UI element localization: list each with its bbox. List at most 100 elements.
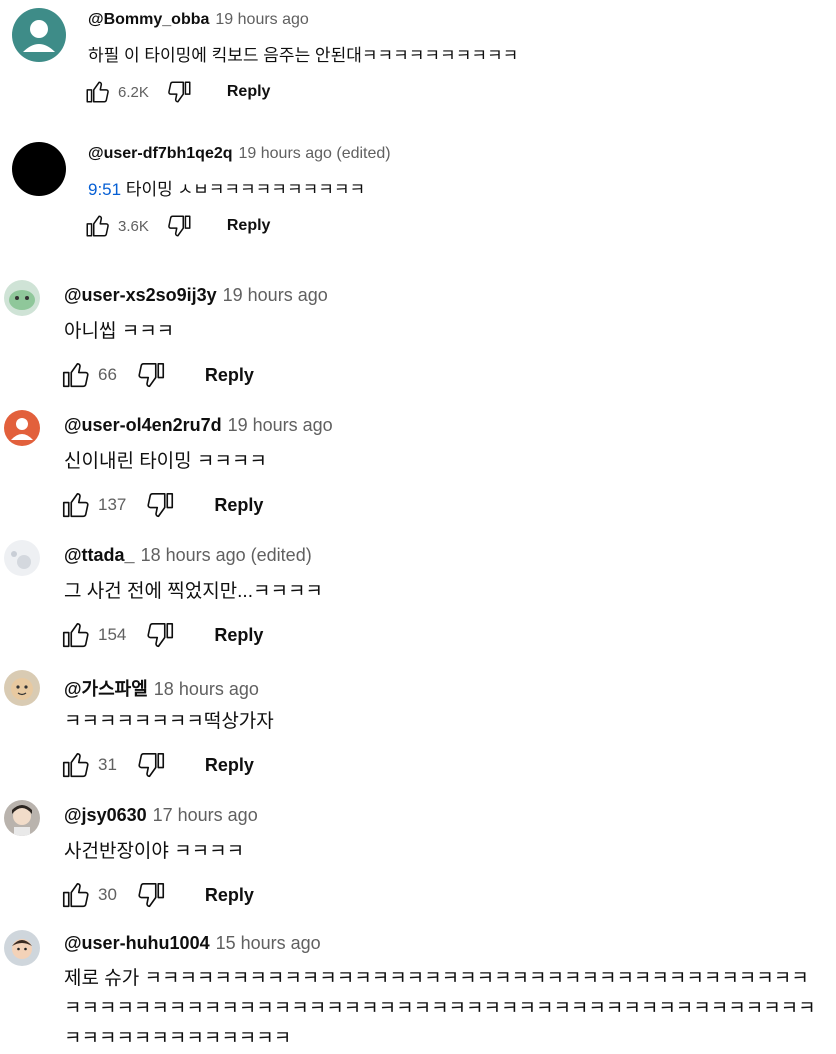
like-count: 31: [98, 755, 117, 774]
comment-text: 9:51 타이밍 ㅅㅂㅋㅋㅋㅋㅋㅋㅋㅋㅋㅋ: [88, 175, 365, 200]
default-user-icon: [11, 418, 33, 440]
reply-button[interactable]: Reply: [227, 83, 271, 101]
comment-time[interactable]: 17 hours ago: [153, 805, 258, 826]
comment-author[interactable]: @user-huhu1004: [64, 933, 210, 954]
dislike-button[interactable]: [137, 750, 167, 780]
like-count: 154: [98, 625, 127, 644]
comment-author[interactable]: @user-xs2so9ij3y: [64, 285, 217, 306]
thumbs-up-icon: [62, 622, 89, 648]
comment-text: 그 사건 전에 찍었지만...ㅋㅋㅋㅋ: [64, 581, 323, 602]
avatar[interactable]: [4, 670, 40, 706]
comment-time[interactable]: 19 hours ago: [223, 285, 328, 306]
like-count: 3.6K: [118, 217, 149, 235]
default-user-icon: [23, 20, 55, 52]
timestamp-link[interactable]: 9:51: [88, 180, 121, 199]
comment-header: @jsy0630 17 hours ago: [64, 805, 258, 826]
dislike-button[interactable]: [167, 79, 193, 105]
comment-thread: @user-df7bh1qe2q 19 hours ago (edited) 9…: [0, 134, 836, 254]
like-button[interactable]: 3.6K: [84, 213, 149, 239]
comment-header: @user-ol4en2ru7d 19 hours ago: [64, 415, 333, 436]
thumbs-down-icon: [168, 215, 191, 237]
dislike-button[interactable]: [146, 490, 176, 520]
comment-author[interactable]: @jsy0630: [64, 805, 147, 826]
reply-button[interactable]: Reply: [205, 755, 254, 776]
comment-thread: @user-xs2so9ij3y 19 hours ago 아니씹 ㅋㅋㅋ 66…: [0, 276, 836, 396]
comment-actions: 31 Reply: [60, 750, 254, 780]
avatar[interactable]: [4, 280, 40, 316]
comment-header: @user-xs2so9ij3y 19 hours ago: [64, 285, 328, 306]
thumbs-down-icon: [147, 622, 174, 648]
comment-text: 하필 이 타이밍에 킥보드 음주는 안된대ㅋㅋㅋㅋㅋㅋㅋㅋㅋㅋ: [88, 46, 519, 65]
thumbs-up-icon: [62, 492, 89, 518]
comment-text: 제로 슈가 ㅋㅋㅋㅋㅋㅋㅋㅋㅋㅋㅋㅋㅋㅋㅋㅋㅋㅋㅋㅋㅋㅋㅋㅋㅋㅋㅋㅋㅋㅋㅋㅋㅋㅋ…: [64, 968, 816, 1049]
thumbs-up-icon: [86, 215, 109, 237]
comment-text: 아니씹 ㅋㅋㅋ: [64, 321, 175, 342]
like-count: 6.2K: [118, 83, 149, 101]
like-button[interactable]: 137: [60, 490, 126, 520]
comment-actions: 3.6K Reply: [84, 213, 270, 239]
reply-button[interactable]: Reply: [205, 365, 254, 386]
like-count: 66: [98, 365, 117, 384]
comment-author[interactable]: @가스파엘: [64, 675, 148, 701]
avatar[interactable]: [4, 800, 40, 836]
comment-author[interactable]: @user-df7bh1qe2q: [88, 145, 233, 163]
like-count: 137: [98, 495, 127, 514]
photo-child-icon: [12, 939, 32, 959]
comment-text: 신이내린 타이밍 ㅋㅋㅋㅋ: [64, 451, 267, 472]
comment-time[interactable]: 19 hours ago: [215, 11, 308, 29]
thumbs-down-icon: [138, 882, 164, 908]
comment-time[interactable]: 15 hours ago: [216, 933, 321, 954]
comment-thread: @가스파엘 18 hours ago ㅋㅋㅋㅋㅋㅋㅋㅋ떡상가자 31 Reply: [0, 666, 836, 786]
dislike-button[interactable]: [137, 880, 167, 910]
avatar[interactable]: [4, 930, 40, 966]
comment-time[interactable]: 18 hours ago (edited): [141, 545, 312, 566]
comment-header: @가스파엘 18 hours ago: [64, 675, 259, 701]
comment-header: @ttada_ 18 hours ago (edited): [64, 545, 312, 566]
cartoon-face-icon: [11, 678, 33, 700]
avatar[interactable]: [12, 8, 66, 62]
like-button[interactable]: 31: [60, 750, 117, 780]
reply-button[interactable]: Reply: [227, 217, 271, 235]
comment-thread: @ttada_ 18 hours ago (edited) 그 사건 전에 찍었…: [0, 536, 836, 656]
comment-author[interactable]: @ttada_: [64, 545, 135, 566]
reply-button[interactable]: Reply: [205, 885, 254, 906]
comment-author[interactable]: @Bommy_obba: [88, 11, 209, 29]
thumbs-up-icon: [62, 752, 89, 778]
like-count: 30: [98, 885, 117, 904]
comment-thread: @jsy0630 17 hours ago 사건반장이야 ㅋㅋㅋㅋ 30 Rep…: [0, 796, 836, 916]
comment-actions: 30 Reply: [60, 880, 254, 910]
dislike-button[interactable]: [137, 360, 167, 390]
thumbs-down-icon: [138, 752, 164, 778]
avatar[interactable]: [4, 410, 40, 446]
dislike-button[interactable]: [146, 620, 176, 650]
thumbs-down-icon: [168, 81, 191, 103]
comment-header: @Bommy_obba 19 hours ago: [88, 11, 309, 29]
thumbs-down-icon: [147, 492, 174, 518]
avatar[interactable]: [4, 540, 40, 576]
comment-time[interactable]: 18 hours ago: [154, 679, 259, 700]
thumbs-up-icon: [86, 81, 109, 103]
like-button[interactable]: 66: [60, 360, 117, 390]
dislike-button[interactable]: [167, 213, 193, 239]
like-button[interactable]: 30: [60, 880, 117, 910]
comment-actions: 154 Reply: [60, 620, 263, 650]
thumbs-up-icon: [62, 882, 89, 908]
comment-author[interactable]: @user-ol4en2ru7d: [64, 415, 222, 436]
comment-text-body: 타이밍 ㅅㅂㅋㅋㅋㅋㅋㅋㅋㅋㅋㅋ: [121, 180, 366, 199]
reply-button[interactable]: Reply: [214, 625, 263, 646]
comment-thread: @user-ol4en2ru7d 19 hours ago 신이내린 타이밍 ㅋ…: [0, 406, 836, 526]
like-button[interactable]: 154: [60, 620, 126, 650]
avatar[interactable]: [12, 142, 66, 196]
thumbs-down-icon: [138, 362, 164, 388]
comment-thread: @user-huhu1004 15 hours ago 제로 슈가 ㅋㅋㅋㅋㅋㅋ…: [0, 926, 836, 1052]
comment-time[interactable]: 19 hours ago (edited): [239, 145, 391, 163]
comment-header: @user-df7bh1qe2q 19 hours ago (edited): [88, 145, 391, 163]
photo-avatar-icon: [11, 551, 31, 569]
reply-button[interactable]: Reply: [214, 495, 263, 516]
like-button[interactable]: 6.2K: [84, 79, 149, 105]
photo-person-icon: [12, 805, 32, 836]
comment-header: @user-huhu1004 15 hours ago: [64, 933, 321, 954]
green-character-icon: [9, 290, 35, 310]
comment-actions: 6.2K Reply: [84, 79, 270, 105]
comment-time[interactable]: 19 hours ago: [228, 415, 333, 436]
